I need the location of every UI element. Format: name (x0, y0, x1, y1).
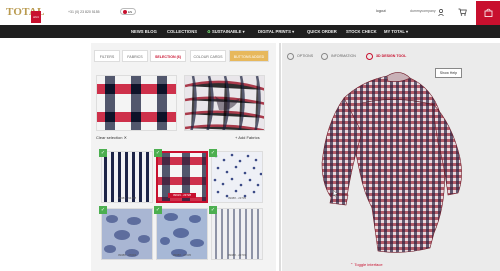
phone-number[interactable]: +31 (0) 23 820 5155 (68, 10, 100, 14)
fabric-code: 09088 - 23703 (227, 253, 247, 257)
chevron-down-icon: ▾ (242, 29, 245, 34)
cart-icon[interactable] (458, 8, 467, 19)
fabric-tile[interactable]: 09088 - 23735 (211, 151, 263, 203)
top-header: TOTAL shirt +31 (0) 23 820 5155 EN logou… (0, 0, 500, 25)
account-icon[interactable] (438, 9, 444, 19)
nav-my-total-label: MY TOTAL (384, 29, 405, 34)
nav-digital-prints[interactable]: DIGITAL PRINTS ▾ (258, 25, 294, 38)
toggle-label: EN (128, 10, 133, 14)
show-help-button[interactable]: Show Help (435, 68, 462, 78)
tab-information[interactable]: INFORMATION (321, 51, 356, 61)
nav-collections[interactable]: COLLECTIONS (167, 25, 197, 38)
fabric-code: 09088 - 23735 (227, 196, 247, 200)
panel-divider (279, 43, 281, 271)
tab-selection[interactable]: SELECTION (6) (150, 50, 186, 62)
fabric-tile-selected[interactable]: 09919 - 23728 (156, 151, 208, 203)
nav-stock-check[interactable]: STOCK CHECK (346, 25, 377, 38)
tab-information-label: INFORMATION (331, 54, 356, 58)
nav-quick-order[interactable]: QUICK ORDER (307, 25, 337, 38)
tab-fabrics[interactable]: FABRICS (122, 50, 148, 62)
selected-check-icon: ✓ (99, 149, 107, 157)
options-icon (287, 52, 294, 60)
nav-news-blog[interactable]: NEWS BLOG (131, 25, 157, 38)
design-tool-panel (282, 43, 500, 271)
fabric-code: 09087 - 94178 (117, 196, 137, 200)
fabric-tile[interactable]: 09088 - 27004 (101, 208, 153, 260)
nav-my-total[interactable]: MY TOTAL ▾ (384, 25, 408, 38)
selected-check-icon: ✓ (99, 206, 107, 214)
tab-3d-design-tool[interactable]: 3D DESIGN TOOL (366, 51, 406, 61)
fabric-code: 09088 - 27004 (117, 253, 137, 257)
company-name[interactable]: dummycompany (410, 9, 436, 13)
nav-digital-prints-label: DIGITAL PRINTS (258, 29, 291, 34)
draped-fabric-pattern (185, 76, 264, 130)
chevron-down-icon: ▾ (292, 29, 295, 34)
fabric-tile[interactable]: 09087 - 94178 (101, 151, 153, 203)
mouse-cursor-icon (333, 189, 339, 199)
selected-check-icon: ✓ (209, 206, 217, 214)
fabric-tile[interactable]: 09088 - 23703 (211, 208, 263, 260)
clear-selection-link[interactable]: Clear selection ✕ (96, 135, 127, 140)
brand-logo-badge: shirt (31, 11, 41, 23)
tab-filters[interactable]: FILTERS (94, 50, 120, 62)
nav-sustainable-label: SUSTAINABLE (211, 29, 242, 34)
info-icon (321, 52, 328, 60)
selected-check-icon: ✓ (154, 206, 162, 214)
logout-link[interactable]: logout (376, 9, 386, 13)
toggle-knob (123, 10, 127, 14)
main-navigation: NEWS BLOG COLLECTIONS ♻ SUSTAINABLE ▾ DI… (0, 25, 500, 38)
fabric-code: 09088 - 27005 (172, 253, 192, 257)
shopping-bag-button[interactable] (476, 1, 500, 25)
check-fabric-pattern (97, 76, 176, 130)
nav-sustainable[interactable]: ♻ SUSTAINABLE ▾ (207, 25, 245, 38)
add-fabrics-link[interactable]: + Add Fabrics (235, 135, 260, 140)
language-toggle[interactable]: EN (120, 8, 136, 15)
tab-colour-cards[interactable]: COLOUR CARDS (190, 50, 226, 62)
toggle-interface-button[interactable]: ⌃ Toggle interface (350, 262, 383, 267)
fabric-tile[interactable]: 09088 - 27005 (156, 208, 208, 260)
chevron-down-icon: ▾ (406, 29, 409, 34)
pencil-icon (366, 52, 373, 60)
selected-check-icon: ✓ (209, 149, 217, 157)
leaf-icon: ♻ (207, 29, 211, 34)
shirt-3d-preview[interactable] (282, 43, 500, 271)
tab-buttons-added[interactable]: BUTTONS ADDED (229, 50, 269, 62)
tab-options-label: OPTIONS (297, 54, 314, 58)
fabric-code: 09919 - 23728 (168, 193, 196, 198)
fabric-preview-draped[interactable] (184, 75, 265, 131)
tab-3d-design-tool-label: 3D DESIGN TOOL (376, 54, 407, 58)
tab-options[interactable]: OPTIONS (287, 51, 313, 61)
fabric-preview-flat[interactable] (96, 75, 177, 131)
selected-check-icon: ✓ (154, 149, 162, 157)
